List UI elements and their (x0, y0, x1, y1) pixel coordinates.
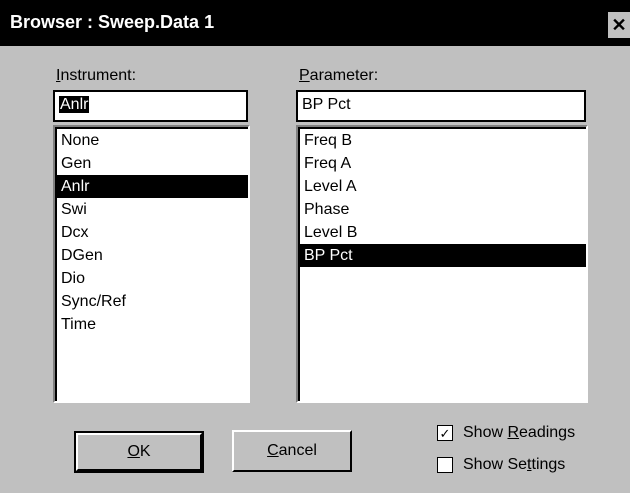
show-readings-check-box[interactable]: ✓ (437, 425, 453, 441)
instrument-field[interactable]: Anlr (53, 90, 248, 122)
instrument-list-item[interactable]: None (57, 129, 248, 152)
ok-button-label: OK (127, 443, 151, 460)
title-bar: Browser : Sweep.Data 1 ✕ (0, 0, 630, 46)
show-settings-checkbox[interactable]: Show Settings (437, 456, 565, 474)
instrument-list-item[interactable]: Gen (57, 152, 248, 175)
parameter-list-item[interactable]: Level A (300, 175, 586, 198)
ok-button[interactable]: OK (74, 431, 204, 473)
parameter-list-item[interactable]: BP Pct (300, 244, 586, 267)
cancel-button[interactable]: Cancel (232, 430, 352, 472)
parameter-list-item[interactable]: Freq A (300, 152, 586, 175)
instrument-list-item[interactable]: Dcx (57, 221, 248, 244)
parameter-list[interactable]: Freq B Freq A Level A Phase Level B BP Pct (296, 125, 588, 403)
instrument-list-item[interactable]: Anlr (57, 175, 248, 198)
instrument-field-value: Anlr (59, 96, 90, 113)
parameter-list-item[interactable]: Freq B (300, 129, 586, 152)
window-title: Browser : Sweep.Data 1 (10, 12, 215, 32)
instrument-list-item[interactable]: Sync/Ref (57, 290, 248, 313)
parameter-list-item[interactable]: Level B (300, 221, 586, 244)
parameter-label: Parameter: (299, 67, 379, 84)
instrument-label: Instrument: (56, 67, 137, 84)
instrument-list-item[interactable]: Time (57, 313, 248, 336)
show-settings-check-box[interactable] (437, 457, 453, 473)
instrument-list-item[interactable]: Swi (57, 198, 248, 221)
parameter-field[interactable]: BP Pct (296, 90, 586, 122)
parameter-field-value: BP Pct (302, 96, 351, 113)
parameter-list-item[interactable]: Phase (300, 198, 586, 221)
instrument-list-item[interactable]: DGen (57, 244, 248, 267)
show-readings-label: Show Readings (463, 424, 576, 441)
instrument-list[interactable]: None Gen Anlr Swi Dcx DGen Dio Sync/Ref Time (53, 125, 250, 403)
show-readings-checkbox[interactable]: ✓ Show Readings (437, 424, 575, 442)
browser-dialog: Browser : Sweep.Data 1 ✕ Instrument: Anl… (0, 0, 630, 493)
close-icon: ✕ (611, 14, 627, 35)
checkmark-icon: ✓ (439, 425, 451, 441)
instrument-list-item[interactable]: Dio (57, 267, 248, 290)
show-settings-label: Show Settings (463, 456, 566, 473)
close-button[interactable]: ✕ (608, 12, 630, 38)
cancel-button-label: Cancel (267, 442, 317, 459)
